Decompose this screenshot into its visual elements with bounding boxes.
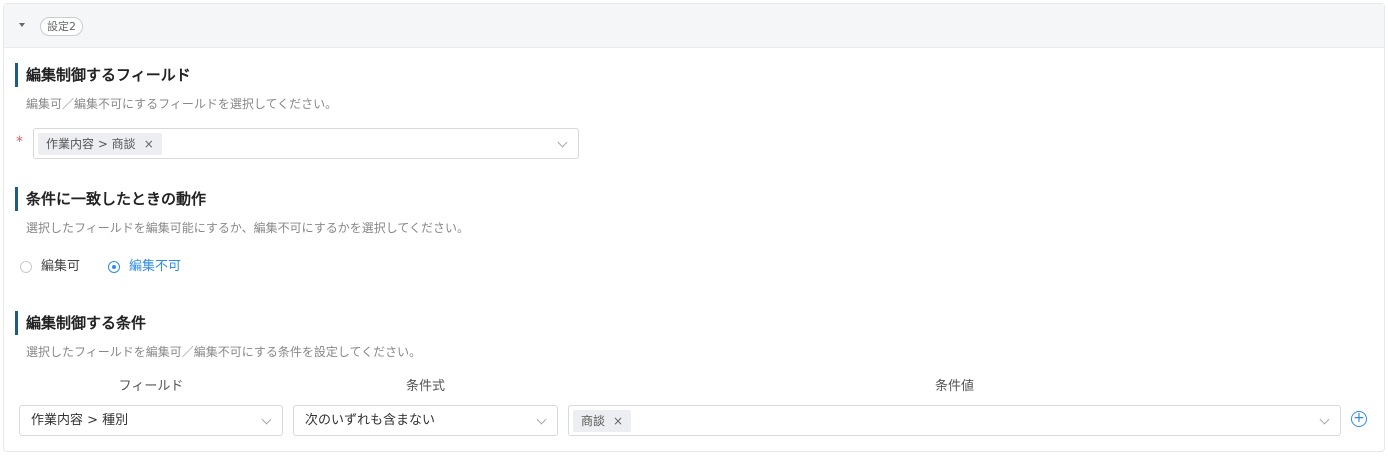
condition-field-value: 作業内容 > 種別 bbox=[31, 413, 129, 428]
condition-expression-select[interactable]: 次のいずれも含まない bbox=[293, 405, 558, 436]
action-section-description: 選択したフィールドを編集可能にするか、編集不可にするかを選択してください。 bbox=[26, 221, 470, 235]
caret-down-icon[interactable] bbox=[19, 23, 25, 27]
condition-field-select[interactable]: 作業内容 > 種別 bbox=[19, 405, 283, 436]
chevron-down-icon[interactable] bbox=[1319, 414, 1330, 425]
condition-value-chip: 商談 × bbox=[573, 410, 632, 432]
condition-section-description: 選択したフィールドを編集可／編集不可にする条件を設定してください。 bbox=[26, 345, 422, 359]
radio-label: 編集不可 bbox=[129, 259, 182, 274]
required-mark: * bbox=[16, 134, 23, 150]
column-header-expression: 条件式 bbox=[405, 379, 445, 394]
chevron-down-icon[interactable] bbox=[536, 414, 547, 425]
condition-expression-value: 次のいずれも含まない bbox=[305, 413, 436, 428]
radio-circle-selected[interactable] bbox=[108, 261, 120, 273]
selected-field-chip: 作業内容 > 商談 × bbox=[38, 133, 162, 155]
column-header-field: フィールド bbox=[118, 379, 184, 394]
radio-circle[interactable] bbox=[20, 261, 32, 273]
panel-header[interactable]: 設定2 bbox=[4, 4, 1384, 48]
condition-section-title: 編集制御する条件 bbox=[15, 311, 146, 335]
field-multiselect[interactable]: 作業内容 > 商談 × bbox=[33, 128, 579, 159]
condition-value-multiselect[interactable]: 商談 × bbox=[568, 405, 1341, 436]
plus-circle-icon[interactable]: + bbox=[1351, 411, 1367, 427]
column-header-value: 条件値 bbox=[934, 379, 974, 394]
radio-label: 編集可 bbox=[41, 259, 81, 274]
field-section-title: 編集制御するフィールド bbox=[15, 63, 191, 87]
close-icon[interactable]: × bbox=[144, 137, 154, 151]
settings-tag: 設定2 bbox=[40, 17, 83, 36]
chevron-down-icon[interactable] bbox=[557, 137, 568, 148]
chip-label: 作業内容 > 商談 bbox=[46, 137, 136, 151]
chip-label: 商談 bbox=[581, 414, 606, 428]
action-section-title: 条件に一致したときの動作 bbox=[15, 187, 206, 211]
close-icon[interactable]: × bbox=[613, 414, 623, 428]
chevron-down-icon[interactable] bbox=[261, 414, 272, 425]
field-section-description: 編集可／編集不可にするフィールドを選択してください。 bbox=[26, 97, 338, 111]
